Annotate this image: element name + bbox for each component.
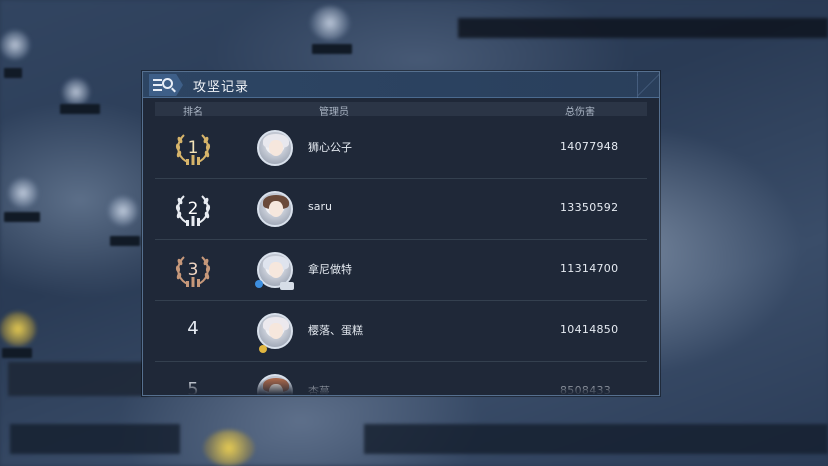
admin-name: 樱落、蛋糕 xyxy=(308,324,363,337)
column-header-admin: 管理员 xyxy=(319,107,349,118)
search-list-icon xyxy=(149,74,183,96)
status-dot xyxy=(255,280,263,288)
laurel-wreath-icon: 1 xyxy=(175,134,211,165)
rank-number: 2 xyxy=(188,199,199,219)
total-damage: 11314700 xyxy=(560,262,619,275)
map-node xyxy=(108,196,138,226)
map-tag xyxy=(4,68,22,78)
header-corner-decoration xyxy=(637,72,659,98)
map-tag xyxy=(60,104,100,114)
map-node xyxy=(8,178,38,208)
map-tag xyxy=(4,212,40,222)
ranking-row[interactable]: 2 saru 13350592 xyxy=(155,179,647,240)
avatar-tag xyxy=(280,282,294,290)
top-hud-bar xyxy=(458,18,828,38)
avatar[interactable] xyxy=(257,191,293,227)
total-damage: 10414850 xyxy=(560,323,619,336)
status-dot xyxy=(259,345,267,353)
column-header-rank: 排名 xyxy=(183,107,203,118)
map-node xyxy=(310,6,350,40)
total-damage: 13350592 xyxy=(560,201,619,214)
column-header-damage: 总伤害 xyxy=(565,107,595,118)
map-node xyxy=(0,30,30,60)
laurel-wreath-icon: 3 xyxy=(175,256,211,287)
map-tag xyxy=(2,348,32,358)
rank-number: 3 xyxy=(188,260,199,280)
map-node xyxy=(62,78,90,106)
bottom-left-button xyxy=(10,424,180,454)
ranking-row[interactable]: 3 拿尼做特 11314700 xyxy=(155,240,647,301)
rank-number: 1 xyxy=(188,138,199,158)
admin-name: 狮心公子 xyxy=(308,141,352,154)
laurel-wreath-icon: 2 xyxy=(175,195,211,226)
rank-number: 4 xyxy=(187,318,199,339)
avatar[interactable] xyxy=(257,130,293,166)
siege-record-dialog: 攻坚记录 排名 管理员 总伤害 1 狮心公子 14077948 2 saru 1… xyxy=(142,71,660,396)
map-tag xyxy=(110,236,140,246)
total-damage: 14077948 xyxy=(560,140,619,153)
admin-name: 拿尼做特 xyxy=(308,263,352,276)
map-node-objective xyxy=(204,430,254,466)
ranking-list[interactable]: 1 狮心公子 14077948 2 saru 13350592 3 拿尼做特 1… xyxy=(155,118,647,395)
map-node-objective xyxy=(0,312,36,346)
list-fade xyxy=(143,379,659,395)
ranking-row[interactable]: 4 樱落、蛋糕 10414850 xyxy=(155,301,647,362)
bottom-action-bar xyxy=(364,424,828,454)
admin-name: saru xyxy=(308,200,332,213)
column-header-row: 排名 管理员 总伤害 xyxy=(155,102,647,118)
dialog-header: 攻坚记录 xyxy=(143,72,659,98)
avatar[interactable] xyxy=(257,313,293,349)
left-status-chip xyxy=(8,362,148,396)
map-tag xyxy=(312,44,352,54)
ranking-row[interactable]: 1 狮心公子 14077948 xyxy=(155,118,647,179)
dialog-title: 攻坚记录 xyxy=(193,80,250,95)
